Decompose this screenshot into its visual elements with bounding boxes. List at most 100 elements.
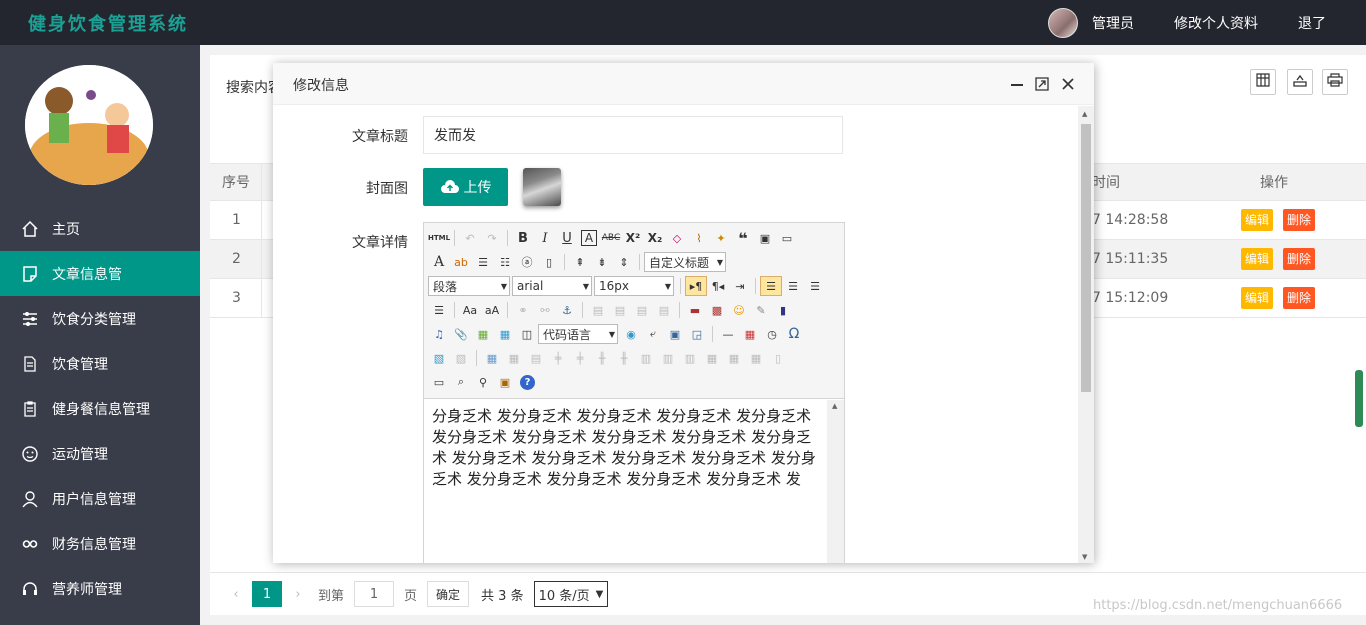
align-left-icon[interactable]: ☰ — [760, 276, 782, 296]
edittip-icon[interactable]: ▧ — [450, 348, 472, 368]
paragraph-select[interactable]: 段落 ▼ — [428, 276, 510, 296]
insert-paragraph-before-table-icon[interactable]: ▤ — [525, 348, 547, 368]
close-icon[interactable] — [1059, 75, 1077, 93]
split-rows-icon[interactable]: ▦ — [723, 348, 745, 368]
font-color-icon[interactable]: A — [428, 252, 450, 272]
webapp-icon[interactable]: ◉ — [620, 324, 642, 344]
highlight-color-icon[interactable]: ab — [450, 252, 472, 272]
delete-button[interactable]: 删除 — [1283, 209, 1316, 231]
html-source-button[interactable]: HTML — [428, 228, 450, 248]
map-icon[interactable]: ▦ — [472, 324, 494, 344]
horizontal-rule-icon[interactable]: — — [717, 324, 739, 344]
edit-profile-link[interactable]: 修改个人资料 — [1174, 13, 1258, 33]
preview-icon[interactable]: ▭ — [776, 228, 798, 248]
merge-down-icon[interactable]: ▥ — [679, 348, 701, 368]
sidebar-item-nutritionist[interactable]: 营养师管理 — [0, 566, 200, 611]
delete-button[interactable]: 删除 — [1283, 248, 1316, 270]
justify-icon[interactable]: ☰ — [428, 300, 450, 320]
wordimage-icon[interactable]: ▧ — [428, 348, 450, 368]
bold-icon[interactable]: B — [512, 228, 534, 248]
next-page-icon[interactable]: › — [286, 587, 310, 602]
current-page[interactable]: 1 — [252, 581, 282, 607]
scrollbar-thumb[interactable] — [1081, 124, 1091, 392]
page-size-select[interactable]: 10 条/页 ▼ — [533, 581, 609, 607]
format-brush-icon[interactable]: ⌇ — [688, 228, 710, 248]
emoticon-icon[interactable]: ☺ — [728, 300, 750, 320]
strikethrough-icon[interactable]: ABC — [600, 228, 622, 248]
special-char-icon[interactable]: Ω — [783, 324, 805, 344]
scroll-down-icon[interactable]: ▼ — [1082, 553, 1087, 561]
title-input[interactable]: 发而发 — [423, 116, 843, 154]
delete-button[interactable]: 删除 — [1283, 287, 1316, 309]
page-break-icon[interactable]: ⤶ — [642, 324, 664, 344]
logout-link[interactable]: 退了 — [1298, 13, 1326, 33]
multi-image-icon[interactable]: ▩ — [706, 300, 728, 320]
row-spacing-top-icon[interactable]: ⇞ — [569, 252, 591, 272]
sidebar-item-home[interactable]: 主页 — [0, 206, 200, 251]
sidebar-item-fitness-meal[interactable]: 健身餐信息管理 — [0, 386, 200, 431]
search-replace-icon[interactable]: ⚲ — [472, 372, 494, 392]
editor-content[interactable]: 分身乏术 发分身乏术 发分身乏术 发分身乏术 发分身乏术 发分身乏术 发分身乏术… — [424, 400, 828, 563]
edit-button[interactable]: 编辑 — [1241, 287, 1274, 309]
video-icon[interactable]: ▮ — [772, 300, 794, 320]
insert-col-icon[interactable]: ╫ — [591, 348, 613, 368]
italic-icon[interactable]: I — [534, 228, 556, 248]
anchor-icon[interactable]: ⚓ — [556, 300, 578, 320]
row-spacing-bottom-icon[interactable]: ⇟ — [591, 252, 613, 272]
insert-image-icon[interactable]: ▬ — [684, 300, 706, 320]
font-size-select[interactable]: 16px ▼ — [594, 276, 674, 296]
drafts-icon[interactable]: ▣ — [494, 372, 516, 392]
sidebar-item-diet-category[interactable]: 饮食分类管理 — [0, 296, 200, 341]
split-cols-icon[interactable]: ▦ — [745, 348, 767, 368]
date-icon[interactable]: ▦ — [739, 324, 761, 344]
sidebar-item-users[interactable]: 用户信息管理 — [0, 476, 200, 521]
paste-text-icon[interactable]: ▣ — [754, 228, 776, 248]
insert-table-icon[interactable]: ▦ — [481, 348, 503, 368]
delete-table-icon[interactable]: ▦ — [503, 348, 525, 368]
magic-wand-icon[interactable]: ✦ — [710, 228, 732, 248]
font-family-select[interactable]: arial ▼ — [512, 276, 592, 296]
image-left-icon[interactable]: ▤ — [609, 300, 631, 320]
insert-row-icon[interactable]: ╪ — [547, 348, 569, 368]
preview-search-icon[interactable]: ⌕ — [450, 372, 472, 392]
superscript-icon[interactable]: X² — [622, 228, 644, 248]
unlink-icon[interactable]: ⚯ — [534, 300, 556, 320]
scroll-up-icon[interactable]: ▲ — [832, 402, 837, 410]
export-button[interactable] — [1287, 69, 1313, 95]
gmap-icon[interactable]: ▦ — [494, 324, 516, 344]
image-none-icon[interactable]: ▤ — [587, 300, 609, 320]
clear-doc-icon[interactable]: ▯ — [538, 252, 560, 272]
image-center-icon[interactable]: ▤ — [653, 300, 675, 320]
print-icon[interactable]: ▭ — [428, 372, 450, 392]
ltr-direction-icon[interactable]: ▸¶ — [685, 276, 707, 296]
minimize-icon[interactable] — [1008, 75, 1026, 93]
help-icon[interactable]: ? — [520, 374, 535, 390]
merge-right-icon[interactable]: ▥ — [657, 348, 679, 368]
editor-scrollbar[interactable]: ▲ — [827, 400, 844, 563]
indent-icon[interactable]: ⇥ — [729, 276, 751, 296]
scroll-up-icon[interactable]: ▲ — [1082, 110, 1087, 118]
sidebar-item-diet[interactable]: 饮食管理 — [0, 341, 200, 386]
ordered-list-icon[interactable]: ☰ — [472, 252, 494, 272]
delete-row-icon[interactable]: ╪ — [569, 348, 591, 368]
select-all-icon[interactable]: ⓐ — [516, 252, 538, 272]
music-icon[interactable]: ♫ — [428, 324, 450, 344]
uppercase-icon[interactable]: Aa — [459, 300, 481, 320]
rtl-direction-icon[interactable]: ¶◂ — [707, 276, 729, 296]
line-height-icon[interactable]: ⇕ — [613, 252, 635, 272]
edit-button[interactable]: 编辑 — [1241, 209, 1274, 231]
link-icon[interactable]: ⚭ — [512, 300, 534, 320]
charts-icon[interactable]: ▯ — [767, 348, 789, 368]
goto-confirm-button[interactable]: 确定 — [427, 581, 470, 607]
font-border-icon[interactable]: A — [581, 230, 597, 246]
unordered-list-icon[interactable]: ☷ — [494, 252, 516, 272]
redo-icon[interactable]: ↷ — [481, 228, 503, 248]
time-icon[interactable]: ◷ — [761, 324, 783, 344]
custom-heading-select[interactable]: 自定义标题 ▼ — [644, 252, 726, 272]
eraser-icon[interactable]: ◇ — [666, 228, 688, 248]
maximize-icon[interactable] — [1033, 75, 1051, 93]
code-language-select[interactable]: 代码语言 ▼ — [538, 324, 618, 344]
sidebar-item-finance[interactable]: 财务信息管理 — [0, 521, 200, 566]
delete-col-icon[interactable]: ╫ — [613, 348, 635, 368]
sidebar-item-articles[interactable]: 文章信息管 — [0, 251, 200, 296]
